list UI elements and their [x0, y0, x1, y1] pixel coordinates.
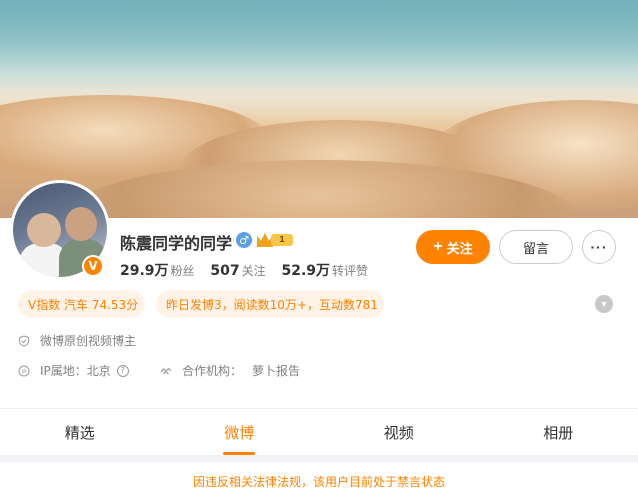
ip-location-icon: IP — [18, 365, 30, 377]
tab-video[interactable]: 视频 — [319, 409, 479, 455]
profile-tabs: 精选 微博 视频 相册 — [0, 409, 638, 455]
vip-level: 1 — [271, 234, 293, 246]
svg-text:IP: IP — [22, 369, 28, 375]
vindex-tag[interactable]: V指数 汽车 74.53分 — [18, 290, 145, 318]
partner-name[interactable]: 萝卜报告 — [252, 362, 300, 379]
ip-location: IP IP属地：北京 ? — [18, 362, 129, 379]
vip-crown-icon[interactable]: 1 — [257, 232, 293, 248]
tab-album[interactable]: 相册 — [479, 409, 638, 455]
chevron-down-icon[interactable]: ▾ — [595, 295, 613, 313]
profile-stats: 29.9万 粉丝 507 关注 52.9万 转评赞 — [120, 260, 380, 280]
tab-featured[interactable]: 精选 — [0, 409, 160, 455]
stat-following[interactable]: 507 关注 — [210, 263, 265, 279]
verified-badge-icon: V — [82, 255, 104, 277]
question-icon[interactable]: ? — [116, 364, 129, 377]
tab-weibo[interactable]: 微博 — [160, 409, 320, 455]
profile-name: 陈震同学的同学 — [120, 234, 233, 253]
gender-male-icon: ♂ — [236, 232, 252, 248]
mute-notice: 因违反相关法律法规，该用户目前处于禁言状态 — [0, 462, 638, 500]
message-button[interactable]: 留言 — [499, 230, 573, 264]
cover-banner — [0, 0, 638, 218]
shield-icon — [18, 334, 30, 347]
partner-info: 合作机构： 萝卜报告 — [160, 362, 300, 379]
ip-label: IP属地：北京 — [40, 364, 111, 378]
partner-label: 合作机构： — [182, 364, 243, 378]
creator-label: 微博原创视频博主 — [40, 334, 137, 348]
stat-reposts-comments-likes: 52.9万 转评赞 — [281, 263, 369, 279]
plus-icon: + — [433, 238, 443, 255]
stat-followers[interactable]: 29.9万 粉丝 — [120, 263, 195, 279]
more-options-button[interactable]: ··· — [582, 230, 616, 264]
activity-tag[interactable]: 昨日发博3，阅读数10万+，互动数781 — [156, 290, 384, 318]
creator-info: 微博原创视频博主 — [18, 332, 136, 349]
follow-button[interactable]: + 关注 — [416, 230, 490, 264]
partner-icon — [160, 365, 172, 377]
